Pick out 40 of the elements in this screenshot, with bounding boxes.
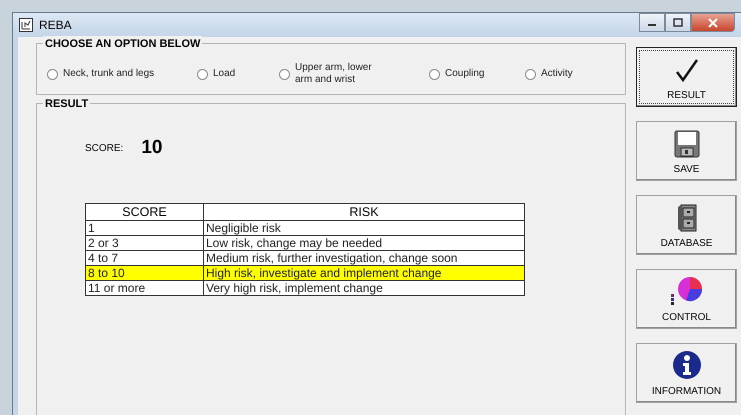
close-icon	[707, 18, 719, 28]
check-icon	[674, 58, 700, 84]
info-icon	[672, 350, 702, 380]
radio-button[interactable]	[279, 68, 290, 80]
minimize-button[interactable]	[639, 13, 665, 32]
toolbar-button[interactable]: SAVE	[636, 121, 737, 181]
table-cell: 11 or more	[86, 280, 204, 295]
column-header: RISK	[204, 203, 524, 220]
option-label: Coupling	[445, 68, 484, 80]
window-title: REBA	[39, 17, 72, 34]
option-label: Upper arm, lower arm and wrist	[295, 62, 373, 86]
table-cell: 8 to 10	[86, 265, 204, 280]
radio-button[interactable]	[429, 68, 440, 80]
table-cell: Very high risk, implement change	[204, 280, 524, 295]
column-header: SCORE	[86, 203, 204, 220]
table-cell: 2 or 3	[86, 235, 204, 250]
table-cell: High risk, investigate and implement change	[204, 265, 524, 280]
radio-button[interactable]	[197, 68, 208, 80]
table-cell: 1	[86, 220, 204, 235]
toolbar-button[interactable]: INFORMATION	[636, 343, 737, 403]
table-cell: Medium risk, further investigation, change soon	[204, 250, 524, 265]
pie-chart-icon	[670, 276, 704, 306]
close-button[interactable]	[691, 13, 735, 32]
table-cell: Low risk, change may be needed	[204, 235, 524, 250]
table-cell: Negligible risk	[204, 220, 524, 235]
radio-button[interactable]	[525, 68, 536, 80]
toolbar-button[interactable]: DATABASE	[636, 195, 737, 255]
radio-button[interactable]	[47, 68, 58, 80]
option-label: Activity	[541, 68, 573, 80]
option-label: Load	[213, 68, 236, 80]
score-label: SCORE:	[85, 142, 124, 156]
maximize-icon	[673, 18, 683, 27]
toolbar-button[interactable]: CONTROL	[636, 269, 737, 329]
toolbar-button[interactable]: RESULT	[636, 47, 737, 107]
app-icon	[19, 18, 33, 32]
maximize-button[interactable]	[665, 13, 691, 32]
score-value: 10	[141, 136, 162, 160]
filing-cabinet-icon	[676, 204, 696, 232]
option-label: Neck, trunk and legs	[63, 68, 154, 80]
table-cell: 4 to 7	[86, 250, 204, 265]
